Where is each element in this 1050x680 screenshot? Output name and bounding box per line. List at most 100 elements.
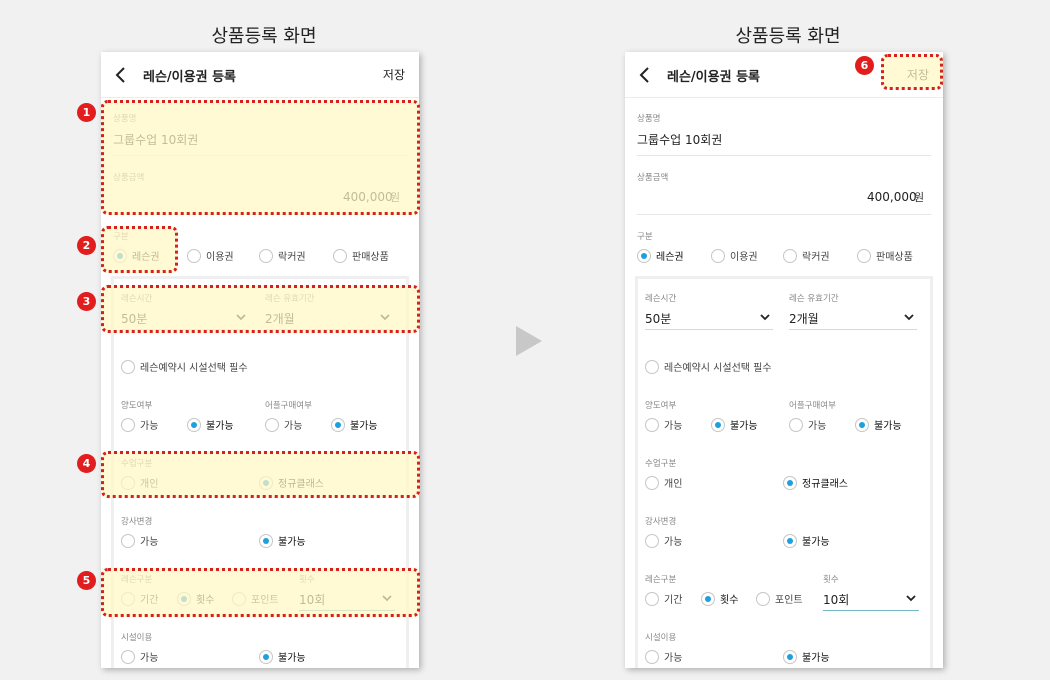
phone-screen-left: 레슨/이용권 등록 저장 상품명 그룹수업 10회권 상품금액 400,000 … [101,52,419,668]
app-bar: 레슨/이용권 등록 저장 [101,52,419,98]
annotation-badge-3: 3 [77,292,96,311]
radio-icon [645,475,659,490]
chevron-down-icon [236,314,246,321]
radio-selected-icon [783,533,797,548]
lesson-time-select[interactable]: 50분 [121,306,249,330]
product-name-label: 상품명 [637,114,661,124]
transition-arrow-icon [516,326,542,356]
lesson-type-option-period[interactable]: 기간 [645,591,682,606]
count-label: 횟수 [299,575,315,585]
radio-icon [232,591,246,606]
instructor-change-option-no[interactable]: 불가능 [259,533,306,548]
app-purchase-option-yes[interactable]: 가능 [265,417,302,432]
app-purchase-option-no[interactable]: 불가능 [331,417,378,432]
lesson-type-option-count[interactable]: 횟수 [177,591,214,606]
facility-use-option-yes[interactable]: 가능 [121,649,158,664]
transfer-label: 양도여부 [645,401,677,411]
count-label: 횟수 [823,575,839,585]
category-option-pass[interactable]: 이용권 [187,248,234,263]
radio-icon [121,649,135,664]
facility-use-label: 시설이용 [645,633,677,643]
radio-icon [711,248,725,263]
product-price-input[interactable]: 400,000 [343,190,393,204]
radio-icon [121,475,135,490]
category-option-pass[interactable]: 이용권 [711,248,758,263]
radio-selected-icon [701,591,715,606]
lesson-time-label: 레슨시간 [121,294,153,304]
class-type-option-private[interactable]: 개인 [645,475,682,490]
lesson-type-option-point[interactable]: 포인트 [756,591,803,606]
radio-selected-icon [331,417,345,432]
lesson-time-label: 레슨시간 [645,294,677,304]
class-type-option-private[interactable]: 개인 [121,475,158,490]
radio-icon [333,248,347,263]
category-option-merch[interactable]: 판매상품 [857,248,913,263]
transfer-option-yes[interactable]: 가능 [121,417,158,432]
count-select[interactable]: 10회 [823,587,919,611]
back-arrow-icon[interactable] [637,66,653,84]
category-option-lesson[interactable]: 레슨권 [637,248,684,263]
annotation-badge-5: 5 [77,571,96,590]
lesson-period-label: 레슨 유효기간 [789,294,839,304]
category-label: 구분 [113,232,129,242]
app-bar: 레슨/이용권 등록 저장 [625,52,943,98]
save-button[interactable]: 저장 [907,66,929,83]
category-option-merch[interactable]: 판매상품 [333,248,389,263]
app-purchase-option-yes[interactable]: 가능 [789,417,826,432]
facility-required-checkbox[interactable]: 레슨예약시 시설선택 필수 [645,359,772,374]
divider [637,155,931,156]
chevron-down-icon [380,314,390,321]
product-price-input[interactable]: 400,000 [867,190,917,204]
product-price-label: 상품금액 [637,173,669,183]
transfer-option-no[interactable]: 불가능 [711,417,758,432]
radio-selected-icon [187,417,201,432]
facility-use-label: 시설이용 [121,633,153,643]
transfer-label: 양도여부 [121,401,153,411]
radio-icon [121,359,135,374]
instructor-change-option-yes[interactable]: 가능 [645,533,682,548]
product-price-label: 상품금액 [113,173,145,183]
facility-required-checkbox[interactable]: 레슨예약시 시설선택 필수 [121,359,248,374]
save-button[interactable]: 저장 [383,66,405,83]
lesson-time-select[interactable]: 50분 [645,306,773,330]
instructor-change-option-no[interactable]: 불가능 [783,533,830,548]
category-option-locker[interactable]: 락커권 [259,248,306,263]
lesson-type-option-point[interactable]: 포인트 [232,591,279,606]
radio-selected-icon [259,649,273,664]
class-type-label: 수업구분 [645,459,677,469]
product-name-input[interactable]: 그룹수업 10회권 [637,131,722,148]
divider [113,214,407,215]
app-purchase-label: 어플구매여부 [789,401,836,411]
lesson-type-option-period[interactable]: 기간 [121,591,158,606]
divider [113,155,407,156]
back-arrow-icon[interactable] [113,66,129,84]
app-purchase-option-no[interactable]: 불가능 [855,417,902,432]
category-option-locker[interactable]: 락커권 [783,248,830,263]
chevron-down-icon [382,595,392,602]
facility-use-option-yes[interactable]: 가능 [645,649,682,664]
transfer-option-no[interactable]: 불가능 [187,417,234,432]
app-bar-title: 레슨/이용권 등록 [667,70,760,85]
instructor-change-label: 강사변경 [121,517,153,527]
lesson-type-option-count[interactable]: 횟수 [701,591,738,606]
product-name-input[interactable]: 그룹수업 10회권 [113,131,198,148]
radio-icon [645,591,659,606]
class-type-option-regular[interactable]: 정규클래스 [259,475,324,490]
count-select[interactable]: 10회 [299,587,395,611]
lesson-period-label: 레슨 유효기간 [265,294,315,304]
instructor-change-option-yes[interactable]: 가능 [121,533,158,548]
radio-selected-icon [259,475,273,490]
category-option-lesson[interactable]: 레슨권 [113,248,160,263]
screen-title-left: 상품등록 화면 [211,26,317,47]
price-unit: 원 [390,191,401,204]
class-type-option-regular[interactable]: 정규클래스 [783,475,848,490]
lesson-period-select[interactable]: 2개월 [789,306,917,330]
radio-icon [259,248,273,263]
facility-use-option-no[interactable]: 불가능 [783,649,830,664]
lesson-period-select[interactable]: 2개월 [265,306,393,330]
transfer-option-yes[interactable]: 가능 [645,417,682,432]
radio-selected-icon [113,248,127,263]
radio-icon [645,649,659,664]
radio-icon [187,248,201,263]
facility-use-option-no[interactable]: 불가능 [259,649,306,664]
